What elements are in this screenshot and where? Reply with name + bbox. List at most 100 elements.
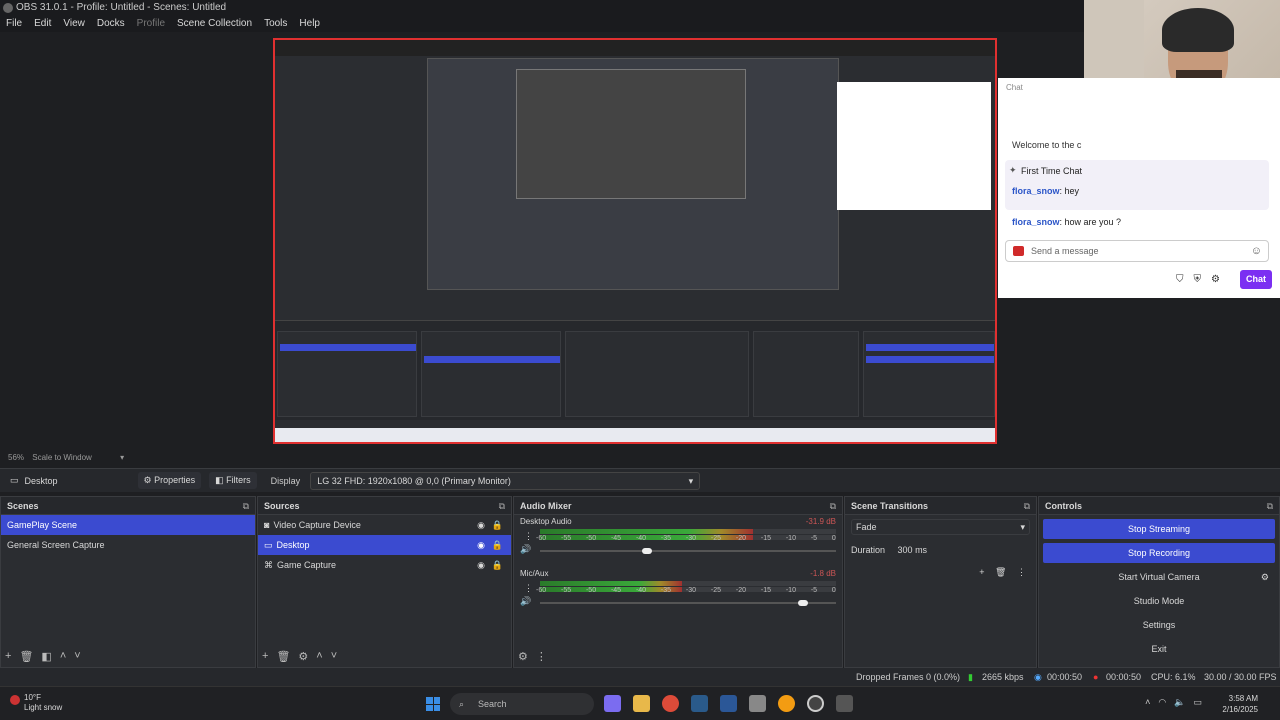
- nested-stop-streaming: [866, 344, 994, 351]
- mixer-channel: Mic/Aux -1.8 dB ⋮ -60 -55 -50 -45 -40 -35 -30-…: [514, 567, 842, 619]
- popout-icon[interactable]: ⧉: [830, 497, 836, 515]
- volume-slider[interactable]: [540, 548, 836, 554]
- taskbar-search[interactable]: ⌕ Search: [450, 693, 594, 715]
- menu-view[interactable]: View: [57, 16, 91, 32]
- scale-mode-dropdown[interactable]: Scale to Window: [32, 453, 92, 462]
- studio-mode-button[interactable]: Studio Mode: [1043, 591, 1275, 611]
- nested-scene-selected: [280, 344, 416, 351]
- up-icon[interactable]: ˄: [316, 650, 322, 663]
- nested-source-selected: [424, 356, 560, 363]
- clock-date: 2/16/2025: [1222, 705, 1258, 714]
- file-explorer-icon[interactable]: [633, 695, 650, 712]
- menu-scene-collection[interactable]: Scene Collection: [171, 16, 258, 32]
- nested-stop-recording: [866, 356, 994, 363]
- menu-file[interactable]: File: [0, 16, 28, 32]
- display-value: LG 32 FHD: 1920x1080 @ 0,0 (Primary Moni…: [317, 475, 511, 486]
- nested-taskbar: [275, 428, 995, 442]
- up-icon[interactable]: ˄: [60, 650, 66, 663]
- signal-icon: ▮: [968, 672, 973, 682]
- scene-item[interactable]: General Screen Capture: [1, 535, 255, 555]
- gear-icon[interactable]: ⚙: [298, 650, 308, 663]
- popout-icon[interactable]: ⧉: [1024, 497, 1030, 515]
- speaker-icon[interactable]: 🔊: [520, 544, 531, 555]
- volume-slider[interactable]: [540, 600, 836, 606]
- gear-icon[interactable]: ⚙: [1261, 567, 1269, 587]
- meter-tick: -50: [585, 535, 597, 542]
- filter-icon[interactable]: ◧: [41, 650, 51, 663]
- wifi-icon[interactable]: ◠: [1158, 697, 1166, 708]
- volume-icon[interactable]: 🔈: [1174, 697, 1185, 708]
- kebab-icon[interactable]: ⋮: [1017, 567, 1026, 577]
- scene-item[interactable]: GamePlay Scene: [1, 515, 255, 535]
- source-item[interactable]: ◙ Video Capture Device ◉ 🔒: [258, 515, 511, 535]
- add-icon[interactable]: +: [979, 567, 984, 577]
- add-icon[interactable]: +: [262, 650, 268, 663]
- meter-tick: -55: [560, 535, 572, 542]
- popout-icon[interactable]: ⧉: [499, 497, 505, 515]
- app-icon[interactable]: [604, 695, 621, 712]
- eye-icon[interactable]: ◉: [477, 555, 485, 575]
- steam-icon[interactable]: [691, 695, 708, 712]
- menu-help[interactable]: Help: [293, 16, 326, 32]
- menu-profile[interactable]: Profile: [131, 16, 171, 32]
- popout-icon[interactable]: ⧉: [1267, 497, 1273, 515]
- taskbar-clock[interactable]: 3:58 AM 2/16/2025: [1222, 693, 1258, 715]
- chevron-down-icon: ▾: [1020, 522, 1025, 532]
- lock-icon[interactable]: 🔒: [492, 515, 503, 535]
- meter-tick: -20: [735, 535, 746, 542]
- lock-icon[interactable]: 🔒: [492, 535, 503, 555]
- chevron-up-icon[interactable]: ˄: [1145, 697, 1150, 708]
- speaker-icon[interactable]: 🔊: [520, 596, 531, 607]
- obs-icon[interactable]: [807, 695, 824, 712]
- settings-button[interactable]: Settings: [1043, 615, 1275, 635]
- kebab-icon[interactable]: ⋮: [524, 583, 533, 594]
- properties-button[interactable]: ⚙ Properties: [137, 472, 202, 489]
- volume-knob[interactable]: [798, 600, 809, 606]
- preview-canvas[interactable]: [273, 38, 997, 444]
- weather-widget[interactable]: 10°F Light snow: [10, 693, 62, 713]
- gear-icon[interactable]: ⚙: [518, 650, 528, 663]
- duration-input[interactable]: 300 ms: [898, 545, 928, 555]
- menu-tools[interactable]: Tools: [258, 16, 293, 32]
- menu-edit[interactable]: Edit: [28, 16, 57, 32]
- gear-icon: ⚙: [1211, 274, 1220, 285]
- popout-icon[interactable]: ⧉: [243, 497, 249, 515]
- down-icon[interactable]: ˅: [331, 650, 337, 663]
- down-icon[interactable]: ˅: [74, 650, 80, 663]
- windows-start-icon[interactable]: [426, 697, 440, 711]
- nested-obs-menu: [275, 48, 995, 56]
- display-select[interactable]: LG 32 FHD: 1920x1080 @ 0,0 (Primary Moni…: [310, 471, 701, 490]
- chevron-down-icon[interactable]: ▾: [120, 453, 124, 462]
- eye-icon[interactable]: ◉: [477, 515, 485, 535]
- stop-recording-button[interactable]: Stop Recording: [1043, 543, 1275, 563]
- add-icon[interactable]: +: [5, 650, 11, 663]
- start-virtual-camera-button[interactable]: Start Virtual Camera ⚙: [1043, 567, 1275, 587]
- meter-tick: -35: [660, 535, 672, 542]
- trash-icon[interactable]: 🗑: [995, 567, 1006, 577]
- trash-icon[interactable]: 🗑: [19, 650, 33, 663]
- trash-icon[interactable]: 🗑: [276, 650, 290, 663]
- exit-button[interactable]: Exit: [1043, 639, 1275, 659]
- transitions-title: Scene Transitions: [851, 501, 929, 511]
- terminal-icon[interactable]: [836, 695, 853, 712]
- battery-icon[interactable]: ▭: [1193, 697, 1202, 708]
- snipping-tool-icon[interactable]: [749, 695, 766, 712]
- eye-icon[interactable]: ◉: [477, 535, 485, 555]
- mixer-toolbar: ⚙ ⋮: [518, 650, 547, 663]
- browser-icon[interactable]: [778, 695, 795, 712]
- window-title: OBS 31.0.1 - Profile: Untitled - Scenes:…: [16, 2, 227, 13]
- kebab-icon[interactable]: ⋮: [536, 650, 547, 663]
- level-meter: [540, 581, 836, 586]
- channel-db: -1.8 dB: [810, 569, 836, 578]
- filters-button[interactable]: ◧ Filters: [209, 472, 257, 489]
- kebab-icon[interactable]: ⋮: [524, 531, 533, 542]
- transition-select[interactable]: Fade ▾: [851, 519, 1030, 535]
- menu-docks[interactable]: Docks: [91, 16, 131, 32]
- lock-icon[interactable]: 🔒: [492, 555, 503, 575]
- stop-streaming-button[interactable]: Stop Streaming: [1043, 519, 1275, 539]
- source-item[interactable]: ⌘ Game Capture ◉ 🔒: [258, 555, 511, 575]
- source-item[interactable]: ▭ Desktop ◉ 🔒: [258, 535, 511, 555]
- volume-knob[interactable]: [641, 548, 652, 554]
- word-icon[interactable]: [720, 695, 737, 712]
- chrome-icon[interactable]: [662, 695, 679, 712]
